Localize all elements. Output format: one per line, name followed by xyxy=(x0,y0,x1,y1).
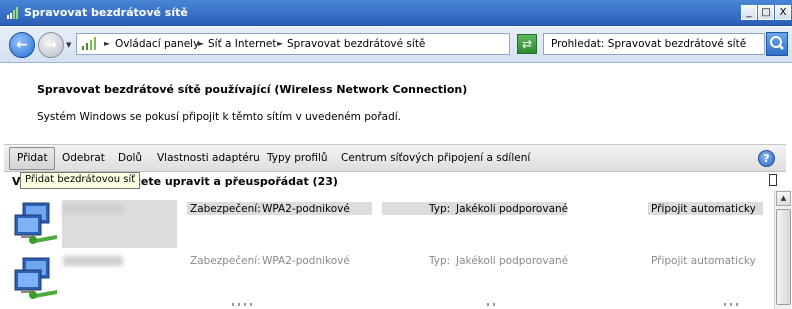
search-icon xyxy=(770,36,784,50)
breadcrumb-separator-icon[interactable]: ► xyxy=(277,39,283,48)
scroll-thumb[interactable] xyxy=(776,209,791,305)
breadcrumb-item-control-panel[interactable]: Ovládací panely xyxy=(115,38,199,50)
network-name-redacted xyxy=(63,204,123,214)
vertical-scrollbar[interactable]: ▲ xyxy=(774,190,791,309)
arrow-right-icon: → xyxy=(45,37,57,53)
wireless-signal-icon xyxy=(82,37,96,50)
wireless-network-icon xyxy=(14,257,57,299)
search-input[interactable]: Prohledat: Spravovat bezdrátové sítě xyxy=(543,33,765,55)
page-description: Systém Windows se pokusí připojit k těmt… xyxy=(37,111,402,123)
chevron-up-icon: ▲ xyxy=(780,194,787,202)
page-title: Spravovat bezdrátové sítě používající (W… xyxy=(37,83,468,96)
search-button[interactable] xyxy=(766,32,788,56)
help-button[interactable]: ? xyxy=(758,150,775,167)
close-button[interactable]: X xyxy=(775,5,791,20)
address-bar: ← → ▼ ► Ovládací panely ► Síť a Internet… xyxy=(0,27,792,63)
arrow-left-icon: ← xyxy=(16,37,28,53)
minimize-button[interactable]: _ xyxy=(741,5,757,20)
move-down-button[interactable]: Dolů xyxy=(118,152,142,164)
search-placeholder: Prohledat: Spravovat bezdrátové sítě xyxy=(551,38,747,50)
wireless-signal-icon xyxy=(7,7,18,19)
back-button[interactable]: ← xyxy=(9,32,35,58)
next-row-partial xyxy=(487,303,499,306)
network-row[interactable]: Zabezpečení: WPA2-podnikové Typ: Jakékol… xyxy=(5,252,770,308)
forward-button[interactable]: → xyxy=(38,32,64,58)
heading-text: žete upravit a přeuspořádat (23) xyxy=(134,175,338,188)
add-button[interactable]: Přidat xyxy=(17,152,48,164)
next-row-partial xyxy=(232,303,254,306)
breadcrumb-separator-icon[interactable]: ► xyxy=(104,39,110,48)
type-label: Typ: xyxy=(429,203,451,215)
connect-mode: Připojit automaticky xyxy=(651,255,756,267)
breadcrumb-item-manage-wireless[interactable]: Spravovat bezdrátové sítě xyxy=(287,38,425,50)
type-value: Jakékoli podporované xyxy=(456,203,569,215)
remove-button[interactable]: Odebrat xyxy=(62,152,105,164)
window-title: Spravovat bezdrátové sítě xyxy=(24,6,188,19)
network-row[interactable]: Zabezpečení: WPA2-podnikové Typ: Jakékol… xyxy=(5,197,770,253)
security-label: Zabezpečení: xyxy=(190,203,261,215)
tooltip: Přidat bezdrátovou síť xyxy=(20,172,141,189)
wireless-network-icon xyxy=(14,202,57,244)
refresh-icon: ⇄ xyxy=(521,37,533,51)
maximize-button[interactable]: □ xyxy=(758,5,774,20)
scroll-up-button[interactable]: ▲ xyxy=(776,191,791,206)
recent-pages-dropdown[interactable]: ▼ xyxy=(66,41,71,49)
command-toolbar: Přidat Odebrat Dolů Vlastnosti adaptéru … xyxy=(4,144,786,172)
adapter-properties-button[interactable]: Vlastnosti adaptéru xyxy=(157,152,260,164)
next-row-partial xyxy=(724,303,738,306)
security-label: Zabezpečení: xyxy=(190,255,261,267)
security-value: WPA2-podnikové xyxy=(262,203,350,215)
security-value: WPA2-podnikové xyxy=(262,255,350,267)
help-icon: ? xyxy=(763,152,770,165)
network-sharing-center-button[interactable]: Centrum síťových připojení a sdílení xyxy=(341,152,530,164)
breadcrumb-separator-icon[interactable]: ► xyxy=(198,39,204,48)
type-value: Jakékoli podporované xyxy=(456,255,569,267)
refresh-button[interactable]: ⇄ xyxy=(517,34,537,54)
collapse-group-button[interactable] xyxy=(769,174,777,186)
network-name-redacted xyxy=(63,256,123,266)
connect-mode: Připojit automaticky xyxy=(651,203,756,215)
type-label: Typ: xyxy=(429,255,451,267)
title-bar: Spravovat bezdrátové sítě _ □ X xyxy=(0,0,792,26)
breadcrumb[interactable]: ► Ovládací panely ► Síť a Internet ► Spr… xyxy=(76,33,510,55)
profile-types-button[interactable]: Typy profilů xyxy=(267,152,328,164)
breadcrumb-item-network-internet[interactable]: Síť a Internet xyxy=(208,38,277,50)
